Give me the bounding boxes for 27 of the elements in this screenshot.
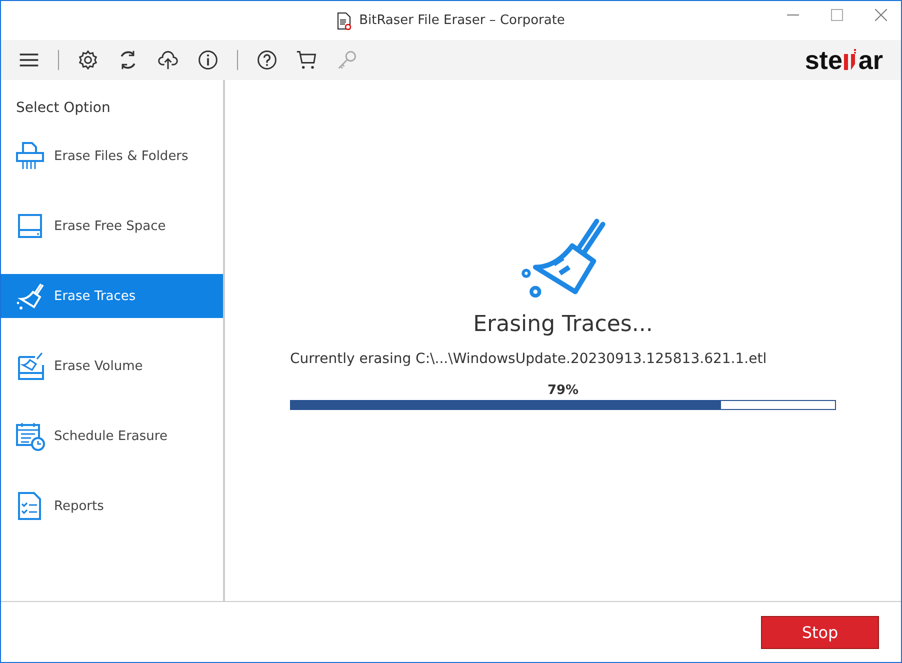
document-icon [337,12,352,30]
help-icon[interactable] [256,49,278,71]
cart-icon[interactable] [296,49,318,71]
logo-text: ar [858,47,883,73]
sidebar-item[interactable]: Reports [1,484,223,528]
sidebar-item[interactable]: Erase Traces [1,274,223,318]
broom-icon [15,281,45,311]
sidebar-item[interactable]: Erase Free Space [1,204,223,248]
calendar-clock-icon [15,421,45,451]
info-icon[interactable] [197,49,219,71]
drive-icon [15,211,45,241]
logo-text: ste [804,47,842,73]
settings-icon[interactable] [77,49,99,71]
sidebar-item[interactable]: Erase Volume [1,344,223,388]
progress-percent: 79% [546,383,580,398]
drive-broom-icon [15,351,45,381]
cloud-upload-icon[interactable] [157,49,179,71]
sidebar-item[interactable]: Erase Files & Folders [1,134,223,178]
window-title: BitRaser File Eraser – Corporate [359,13,565,28]
logo-mark-icon [843,49,858,71]
sidebar-item[interactable]: Schedule Erasure [1,414,223,458]
shredder-icon [15,141,45,171]
stop-button[interactable]: Stop [761,616,879,648]
close-icon[interactable] [875,9,887,21]
sidebar-heading: Select Option [15,99,112,116]
status-text: Currently erasing C:\...\WindowsUpdate.20230913.125813.621.1.etl [290,351,768,367]
progress-title: Erasing Traces... [473,312,653,337]
